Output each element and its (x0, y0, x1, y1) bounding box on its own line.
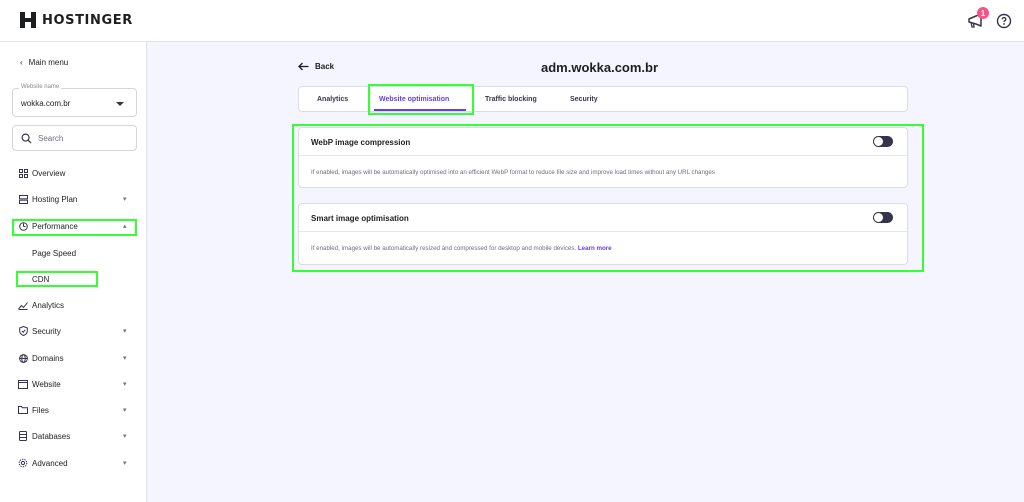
performance-highlight-box (12, 219, 137, 236)
gear-icon (18, 458, 28, 468)
page-title: adm.wokka.com.br (541, 60, 659, 75)
search-input[interactable]: Search (12, 125, 137, 151)
sidebar-item-label: Files (32, 406, 49, 415)
chevron-down-icon: ▾ (123, 328, 127, 335)
sidebar-item-overview[interactable]: Overview (0, 163, 147, 183)
overview-icon (18, 168, 28, 178)
chevron-left-icon: ‹ (20, 58, 23, 67)
notification-badge: 1 (977, 7, 989, 19)
browser-icon (18, 379, 28, 389)
folder-icon (18, 405, 28, 415)
database-icon (18, 431, 28, 441)
tab-traffic-blocking[interactable]: Traffic blocking (485, 96, 537, 103)
sidebar-item-files[interactable]: Files ▾ (0, 400, 147, 420)
website-select-label: Website name (19, 84, 62, 90)
shield-icon (18, 326, 28, 336)
search-placeholder: Search (38, 133, 64, 143)
settings-highlight-box (292, 124, 924, 272)
chevron-down-icon: ▾ (123, 196, 127, 203)
analytics-icon (18, 300, 28, 310)
sidebar-item-advanced[interactable]: Advanced ▾ (0, 453, 147, 473)
megaphone-icon[interactable]: 1 (966, 7, 989, 31)
chevron-down-icon: ▾ (123, 433, 127, 440)
chevron-down-icon: ▾ (123, 407, 127, 414)
sidebar-item-databases[interactable]: Databases ▾ (0, 426, 147, 446)
top-bar: HOSTINGER 1 (0, 0, 1024, 42)
chevron-down-icon: ▾ (123, 381, 127, 388)
hosting-plan-icon (18, 194, 28, 204)
sidebar-item-label: Overview (32, 169, 66, 178)
website-select[interactable]: Website name wokka.com.br (12, 84, 137, 117)
back-label: Back (315, 62, 335, 71)
main-menu-link[interactable]: ‹ Main menu (20, 58, 68, 67)
website-select-value: wokka.com.br (21, 99, 71, 108)
chevron-down-icon: ▾ (123, 460, 127, 467)
help-icon[interactable] (996, 13, 1012, 29)
tab-analytics[interactable]: Analytics (317, 96, 348, 103)
globe-icon (18, 353, 28, 363)
sidebar-item-label: Advanced (32, 459, 68, 468)
sidebar-item-label: Security (32, 327, 61, 336)
brand-name: HOSTINGER (42, 12, 133, 28)
sidebar-item-domains[interactable]: Domains ▾ (0, 348, 147, 368)
tab-highlight-box (368, 84, 474, 115)
sidebar-item-website[interactable]: Website ▾ (0, 374, 147, 394)
hostinger-logo[interactable]: HOSTINGER (20, 12, 133, 28)
caret-down-icon (116, 102, 124, 106)
sidebar-item-label: Domains (32, 354, 64, 363)
sidebar-item-analytics[interactable]: Analytics (0, 295, 147, 315)
sidebar-item-hosting-plan[interactable]: Hosting Plan ▾ (0, 189, 147, 209)
arrow-left-icon (298, 62, 309, 71)
sidebar-item-label: Website (32, 380, 61, 389)
hostinger-logo-mark (20, 12, 36, 28)
search-icon (21, 133, 32, 144)
cdn-highlight-box (16, 271, 98, 287)
main-menu-label: Main menu (28, 58, 69, 67)
sidebar-item-page-speed[interactable]: Page Speed (0, 243, 147, 263)
sidebar-item-label: Page Speed (32, 249, 77, 258)
sidebar-item-label: Hosting Plan (32, 195, 78, 204)
tab-security[interactable]: Security (570, 96, 598, 103)
sidebar-item-label: Analytics (32, 301, 65, 310)
back-button[interactable]: Back (298, 62, 334, 71)
sidebar-item-security[interactable]: Security ▾ (0, 321, 147, 341)
chevron-down-icon: ▾ (123, 355, 127, 362)
sidebar-item-label: Databases (32, 432, 71, 441)
